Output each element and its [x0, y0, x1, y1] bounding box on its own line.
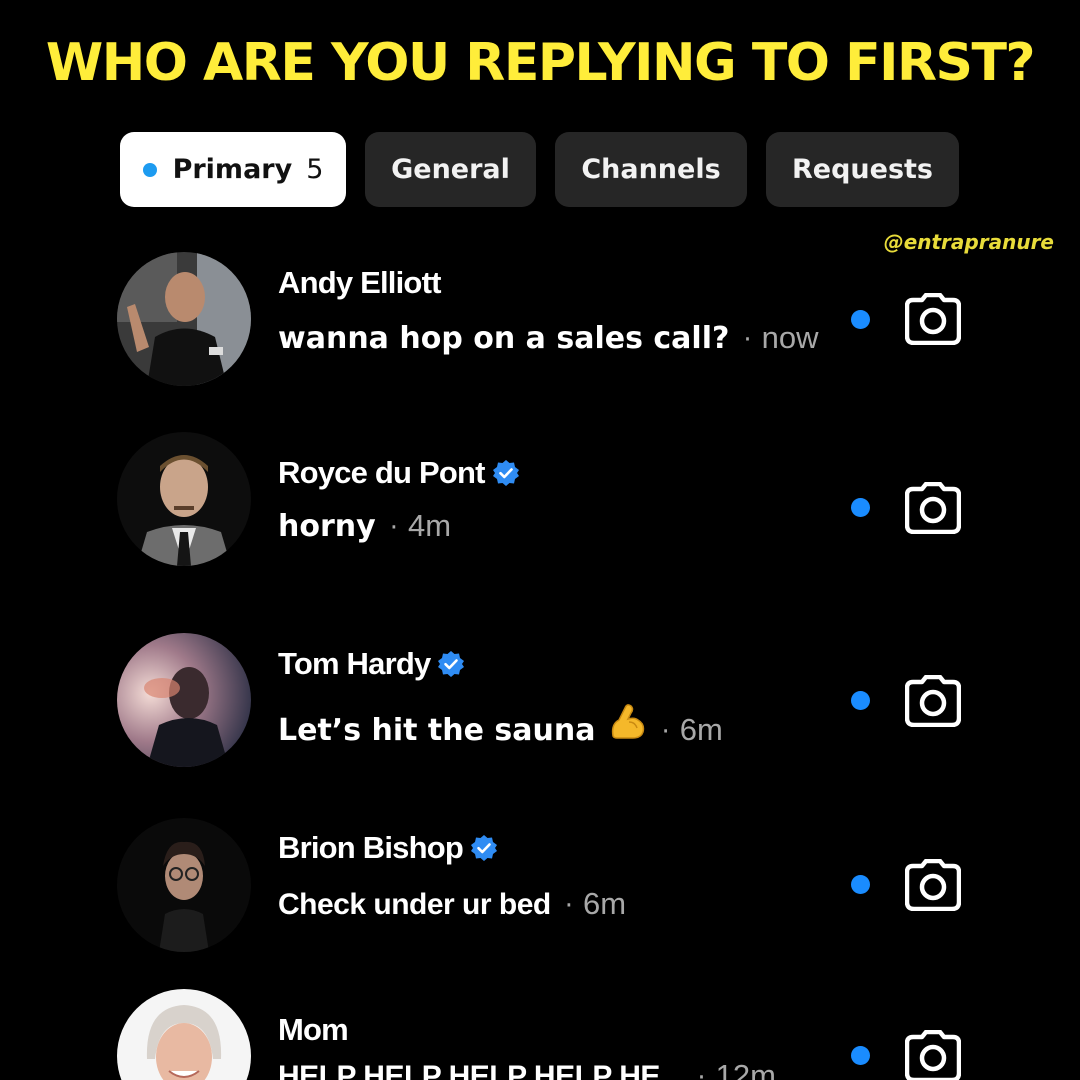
camera-icon[interactable] — [905, 482, 961, 534]
message-time: now — [761, 320, 819, 355]
message-time: 6m — [679, 712, 723, 747]
thread-royce-du-pont[interactable]: Royce du Pont horny · 4m — [0, 432, 1080, 582]
message-line: Check under ur bed · 6m — [278, 886, 626, 922]
page-headline: WHO ARE YOU REPLYING TO FIRST? — [45, 33, 1036, 93]
message-time: 4m — [407, 508, 452, 543]
tab-channels[interactable]: Channels — [555, 132, 747, 207]
separator-dot: · — [743, 325, 752, 355]
message-preview: wanna hop on a sales call? — [278, 321, 730, 356]
camera-icon[interactable] — [905, 859, 961, 911]
avatar — [117, 432, 251, 566]
unread-indicator — [851, 310, 870, 329]
separator-dot: · — [389, 513, 398, 543]
avatar — [117, 252, 251, 386]
camera-icon[interactable] — [905, 293, 961, 345]
separator-dot: · — [564, 891, 573, 921]
message-preview: Let’s hit the sauna — [278, 713, 596, 748]
separator-dot: · — [697, 1063, 706, 1080]
contact-name: Royce du Pont — [278, 455, 485, 490]
message-preview: Check under ur bed — [278, 888, 551, 921]
tab-general[interactable]: General — [365, 132, 536, 207]
tab-requests[interactable]: Requests — [766, 132, 959, 207]
unread-indicator — [851, 1046, 870, 1065]
message-line: Let’s hit the sauna · 6m — [278, 700, 723, 748]
verified-badge-icon — [471, 835, 497, 861]
avatar — [117, 818, 251, 952]
unread-indicator — [851, 691, 870, 710]
message-line: horny · 4m — [278, 508, 451, 544]
separator-dot: · — [661, 717, 670, 747]
message-time: 6m — [582, 886, 627, 921]
camera-icon[interactable] — [905, 675, 961, 727]
tab-channels-label: Channels — [581, 154, 721, 185]
thread-name-line: Andy Elliott — [278, 265, 441, 301]
tab-primary[interactable]: Primary 5 — [120, 132, 346, 207]
unread-indicator — [851, 498, 870, 517]
verified-badge-icon — [492, 460, 519, 486]
thread-andy-elliott[interactable]: Andy Elliott wanna hop on a sales call? … — [0, 245, 1080, 395]
tab-primary-dot — [142, 162, 157, 177]
message-time: 12m — [715, 1058, 776, 1080]
tab-primary-count: 5 — [306, 154, 324, 185]
unread-indicator — [851, 875, 870, 894]
verified-badge-icon — [438, 651, 465, 677]
contact-name: Brion Bishop — [278, 830, 464, 865]
tab-general-label: General — [391, 154, 510, 185]
flexed-biceps-emoji — [612, 704, 645, 739]
thread-name-line: Tom Hardy — [278, 646, 465, 682]
message-preview: HELP HELP HELP HELP HE... — [278, 1060, 684, 1080]
thread-name-line: Royce du Pont — [278, 455, 520, 491]
thread-name-line: Brion Bishop — [278, 830, 498, 866]
message-preview: horny — [278, 509, 376, 544]
message-line: HELP HELP HELP HELP HE... · 12m — [278, 1058, 776, 1080]
contact-name: Tom Hardy — [278, 646, 431, 681]
thread-brion-bishop[interactable]: Brion Bishop Check under ur bed · 6m — [0, 808, 1080, 958]
tab-primary-label: Primary — [172, 154, 293, 185]
thread-tom-hardy[interactable]: Tom Hardy Let’s hit the sauna · 6m — [0, 622, 1080, 772]
message-line: wanna hop on a sales call? · now — [278, 320, 819, 356]
contact-name: Andy Elliott — [278, 265, 441, 300]
avatar — [117, 633, 251, 767]
camera-icon[interactable] — [905, 1030, 961, 1080]
contact-name: Mom — [278, 1012, 349, 1047]
avatar — [117, 989, 251, 1080]
thread-mom[interactable]: Mom HELP HELP HELP HELP HE... · 12m — [0, 988, 1080, 1080]
tab-requests-label: Requests — [791, 154, 933, 185]
thread-name-line: Mom — [278, 1012, 349, 1048]
